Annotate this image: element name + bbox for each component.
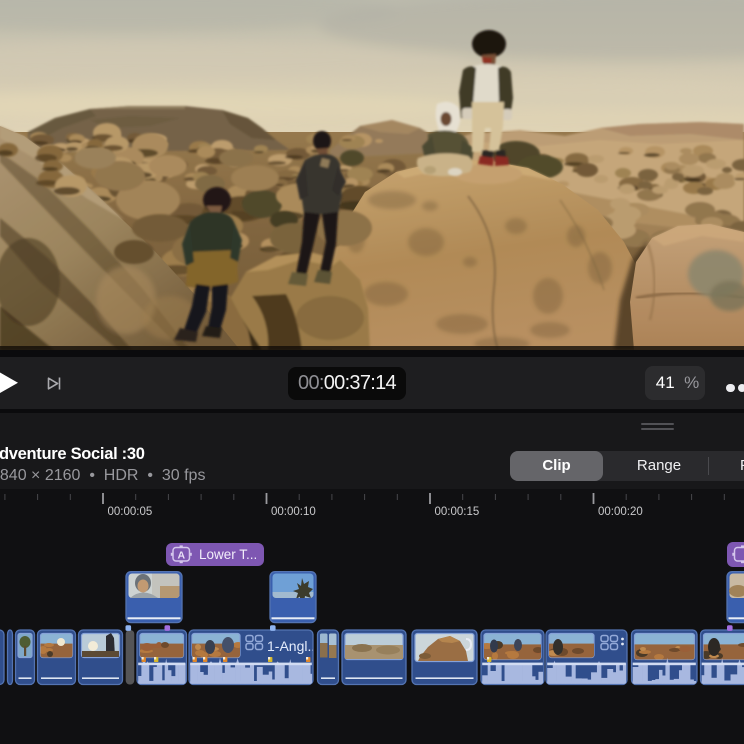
svg-text:Lower T...: Lower T... xyxy=(199,547,257,562)
svg-text:00:00:20: 00:00:20 xyxy=(598,506,643,518)
svg-text:00:00:10: 00:00:10 xyxy=(271,506,316,518)
svg-text:A: A xyxy=(178,549,186,561)
svg-text:00:00:05: 00:00:05 xyxy=(108,506,153,518)
svg-text:1-Angl...: 1-Angl... xyxy=(267,638,319,654)
svg-text:00:00:15: 00:00:15 xyxy=(435,506,480,518)
